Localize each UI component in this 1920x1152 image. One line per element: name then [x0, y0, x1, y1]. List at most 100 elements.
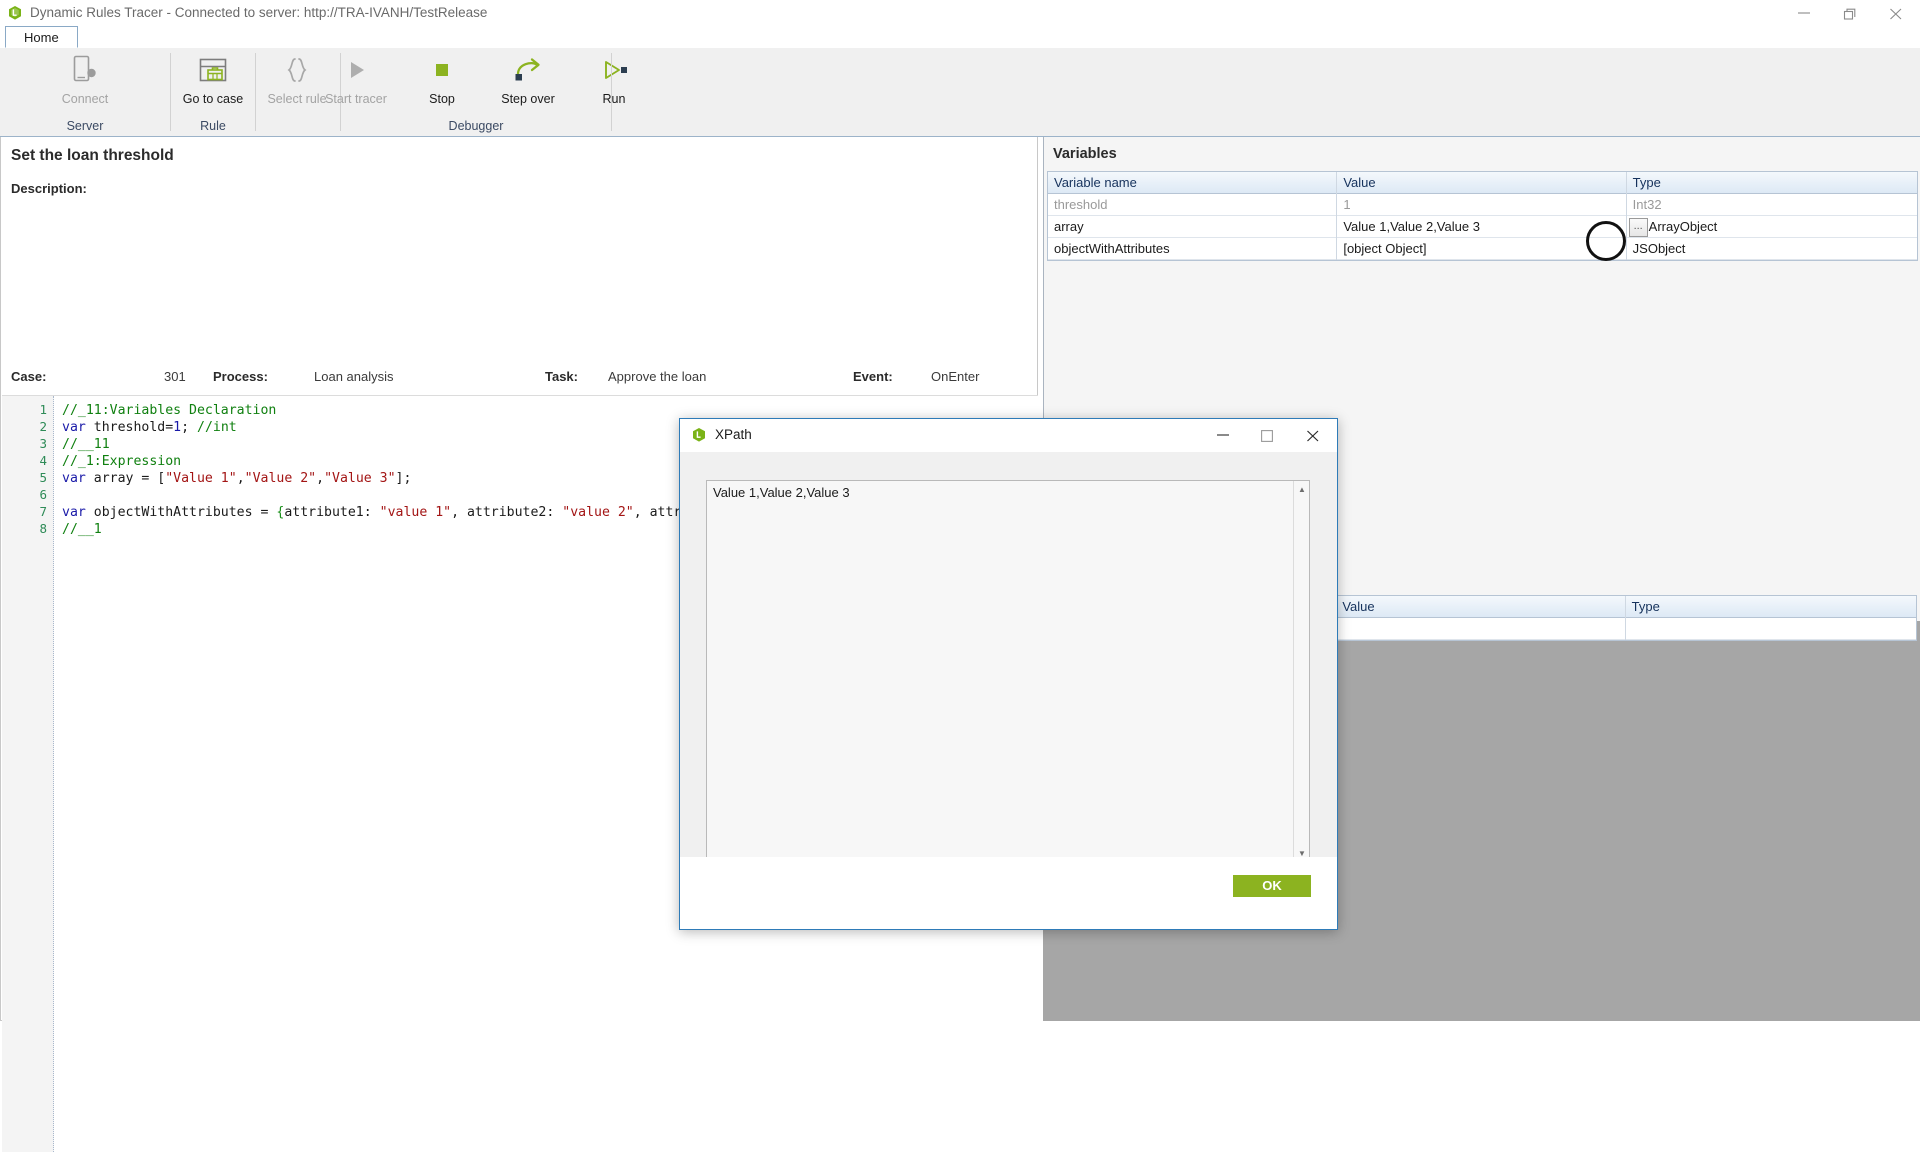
code-token: ;	[181, 420, 198, 435]
case-label: Case:	[11, 369, 47, 384]
chevron-up-icon[interactable]: ▲	[1294, 481, 1310, 497]
rule-description-label: Description:	[11, 181, 87, 196]
variable-name-cell: array	[1048, 216, 1338, 238]
xpath-value-text: Value 1,Value 2,Value 3	[713, 485, 850, 500]
go-to-case-icon	[170, 52, 256, 88]
table-row[interactable]: objectWithAttributes [object Object] JSObj…	[1048, 238, 1917, 260]
code-token: //_1:Expression	[62, 454, 182, 469]
code-token: 1	[173, 420, 182, 435]
ribbon-group-server: Connect Server	[0, 48, 170, 136]
ribbon-body: Connect Server Go to case Rule Select ru…	[0, 48, 1920, 137]
line-number: 4	[39, 453, 47, 468]
task-label: Task:	[545, 369, 578, 384]
tab-home[interactable]: Home	[5, 26, 78, 48]
code-token: var	[62, 420, 86, 435]
code-token: //_11:Variables Declaration	[62, 403, 277, 418]
ribbon-group-label-debugger: Debugger	[448, 119, 504, 133]
code-line[interactable]: //__1	[62, 521, 102, 538]
code-line[interactable]: //_1:Expression	[62, 453, 181, 470]
column-header-type[interactable]: Type	[1627, 172, 1917, 194]
annotation-highlight-circle	[1586, 221, 1626, 261]
open-xpath-ellipsis-button[interactable]: ...	[1628, 218, 1648, 237]
go-to-case-button[interactable]: Go to case	[170, 52, 256, 114]
event-value: OnEnter	[931, 369, 980, 384]
column-header-value[interactable]: Value	[1337, 172, 1627, 194]
code-token: ,	[316, 471, 325, 486]
ribbon-separator-2	[255, 53, 256, 131]
xpath-ok-button[interactable]: OK	[1233, 875, 1311, 897]
step-over-button[interactable]: Step over	[485, 52, 571, 114]
step-over-button-label: Step over	[501, 92, 555, 106]
event-label: Event:	[853, 369, 893, 384]
ribbon-group-label-rule: Rule	[200, 119, 226, 133]
variables-grid-body: threshold 1 Int32 array Value 1,Value 2,Valu…	[1048, 194, 1917, 260]
rule-title: Set the loan threshold	[11, 147, 174, 164]
xpath-value-textarea[interactable]: Value 1,Value 2,Value 3 ▲ ▼	[706, 480, 1310, 862]
ribbon-tabstrip: Home	[0, 26, 1920, 49]
code-token: "Value 1"	[165, 471, 237, 486]
process-label: Process:	[213, 369, 268, 384]
code-line[interactable]: //_11:Variables Declaration	[62, 402, 276, 419]
secondary-column-header-type[interactable]: Type	[1626, 596, 1916, 618]
variables-panel-header: Variables	[1053, 146, 1117, 162]
stop-button[interactable]: Stop	[399, 52, 485, 114]
variable-type-cell: JSObject	[1632, 241, 1686, 256]
task-value: Approve the loan	[608, 369, 707, 384]
variable-type-text: ArrayObject	[1648, 219, 1718, 234]
variable-type-cell: ... ArrayObject	[1627, 216, 1917, 238]
window-restore-button[interactable]	[1828, 0, 1874, 26]
line-number: 2	[39, 419, 47, 434]
variable-value-cell: Value 1,Value 2,Value 3	[1337, 216, 1627, 238]
window-minimize-button[interactable]	[1782, 0, 1828, 26]
code-line[interactable]: var array = ["Value 1","Value 2","Value …	[62, 470, 411, 487]
run-button[interactable]: Run	[571, 52, 657, 114]
secondary-cell-value	[1336, 618, 1626, 640]
code-line[interactable]: var threshold=1; //int	[62, 419, 237, 436]
xpath-textarea-scrollbar[interactable]: ▲ ▼	[1293, 481, 1309, 861]
table-row[interactable]: threshold 1 Int32	[1048, 194, 1917, 216]
application-window: Dynamic Rules Tracer - Connected to serv…	[0, 0, 1920, 1152]
stop-square-icon	[399, 52, 485, 88]
go-to-case-button-label: Go to case	[182, 92, 244, 106]
code-token: , attribute2:	[451, 505, 563, 520]
start-tracer-button-label: Start tracer	[325, 92, 387, 106]
step-over-arrow-icon	[485, 52, 571, 88]
ribbon-group-label-server: Server	[66, 119, 104, 133]
xpath-dialog-footer: OK	[680, 857, 1337, 929]
app-hexagon-icon	[691, 427, 707, 443]
code-token: var	[62, 471, 86, 486]
variable-type-cell: Int32	[1632, 197, 1662, 212]
connect-button-label: Connect	[61, 92, 109, 106]
xpath-dialog: XPath Value 1,Value 2,Value 3 ▲ ▼ OK	[679, 418, 1338, 930]
variable-value-cell: 1	[1337, 194, 1627, 216]
variable-value-cell: [object Object]	[1337, 238, 1627, 260]
xpath-dialog-maximize-button[interactable]	[1246, 419, 1291, 450]
code-token: //__11	[62, 437, 110, 452]
variable-name-cell: threshold	[1048, 194, 1338, 216]
connect-button[interactable]: Connect	[42, 52, 128, 114]
window-close-button[interactable]	[1874, 0, 1920, 26]
code-token: //__1	[62, 522, 102, 537]
secondary-column-header-value[interactable]: Value	[1336, 596, 1626, 618]
code-token: ,	[236, 471, 245, 486]
window-title: Dynamic Rules Tracer - Connected to serv…	[30, 5, 488, 20]
variables-grid-header-row: Variable name Value Type	[1048, 172, 1917, 194]
table-row[interactable]: array Value 1,Value 2,Value 3... ArrayObje…	[1048, 216, 1917, 238]
column-header-variable-name[interactable]: Variable name	[1048, 172, 1338, 194]
code-token: "Value 3"	[324, 471, 396, 486]
run-button-label: Run	[602, 92, 626, 106]
code-token: attribute1:	[284, 505, 380, 520]
variables-grid[interactable]: Variable name Value Type threshold 1 Int32…	[1047, 171, 1918, 261]
xpath-dialog-minimize-button[interactable]	[1201, 419, 1246, 450]
title-bar: Dynamic Rules Tracer - Connected to serv…	[0, 0, 1920, 26]
code-line[interactable]: //__11	[62, 436, 110, 453]
start-tracer-button[interactable]: Start tracer	[313, 52, 399, 114]
variable-name-cell: objectWithAttributes	[1048, 238, 1338, 260]
ribbon-separator-4	[611, 53, 612, 131]
app-hexagon-icon	[7, 5, 23, 21]
xpath-dialog-close-button[interactable]	[1291, 419, 1336, 450]
case-value: 301	[164, 369, 186, 384]
editor-gutter: 1 2 3 4 5 6 7 8	[2, 396, 54, 1152]
xpath-dialog-body: Value 1,Value 2,Value 3 ▲ ▼	[680, 452, 1337, 862]
xpath-dialog-title: XPath	[715, 427, 752, 442]
